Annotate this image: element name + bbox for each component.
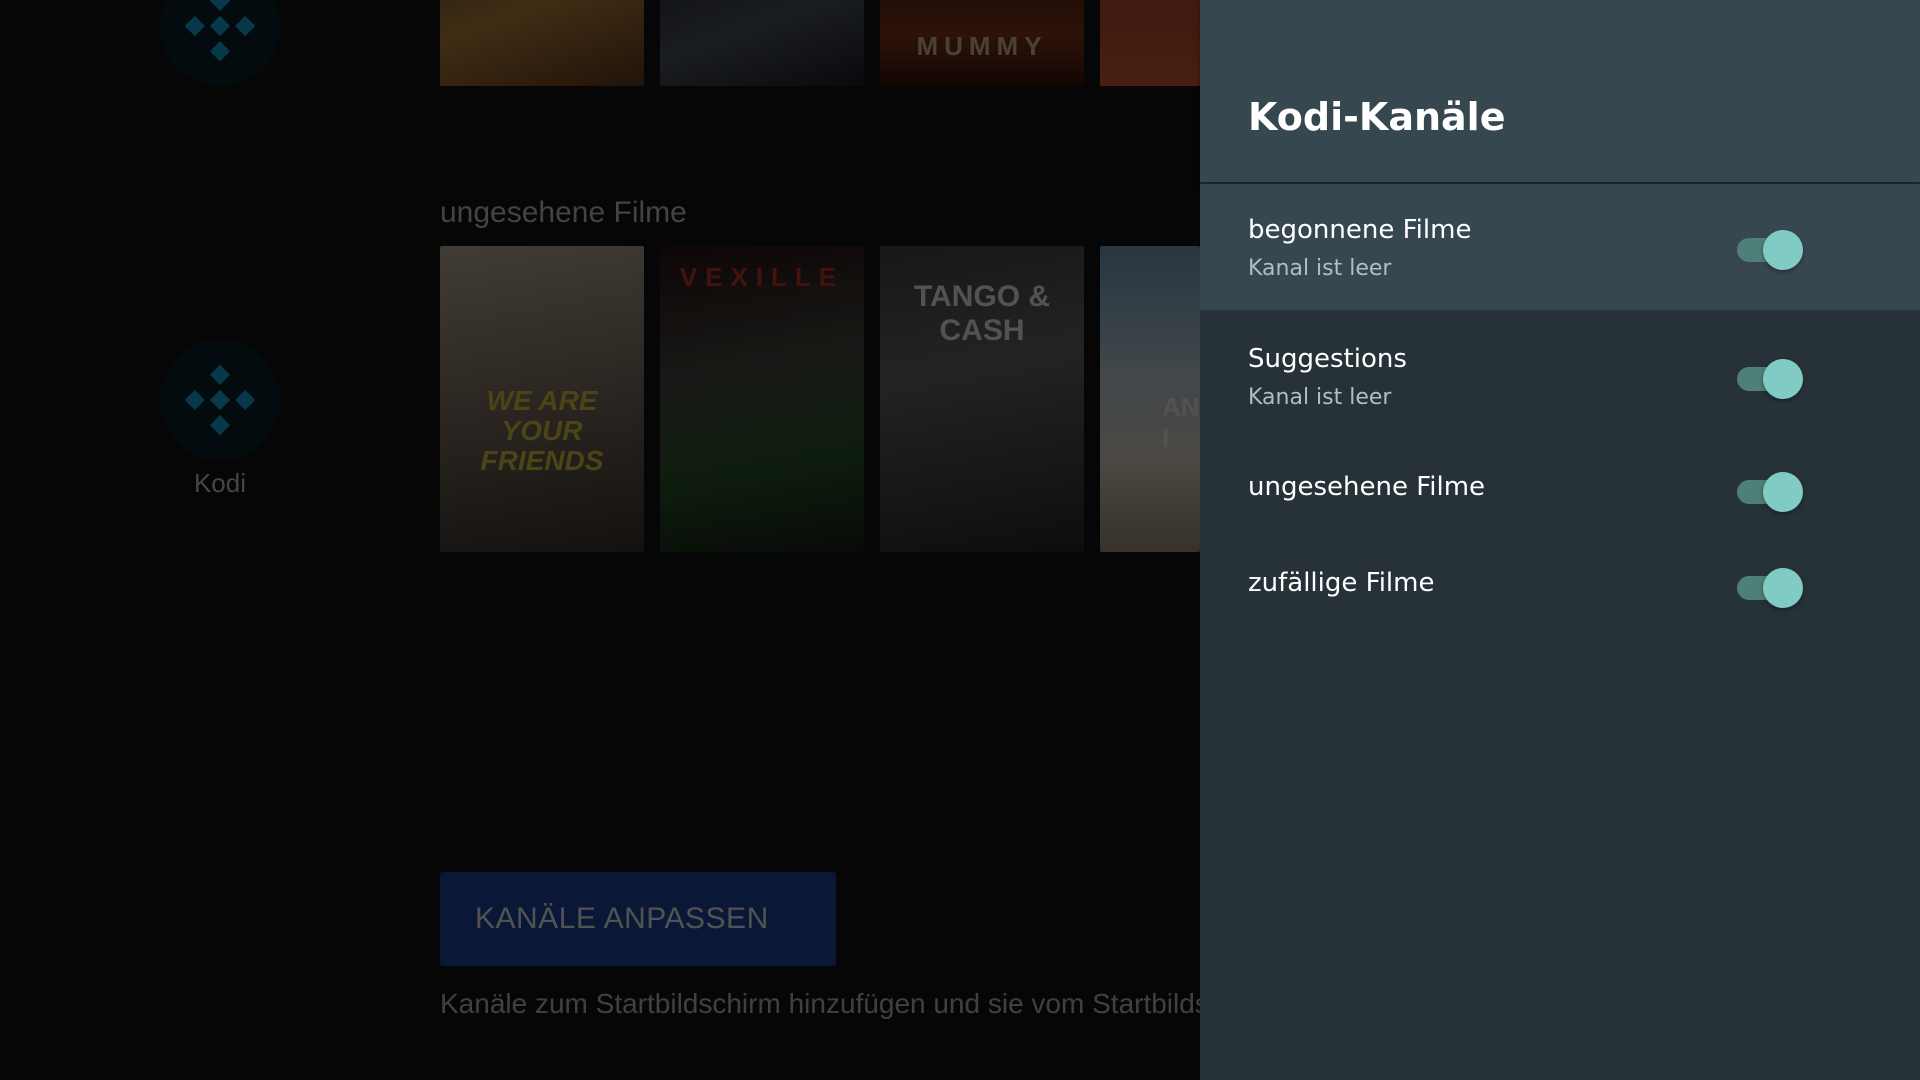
channels-panel: Kodi-Kanäle begonnene Filme Kanal ist le… <box>1200 0 1920 1080</box>
poster-card[interactable]: VEXILLE <box>660 246 864 552</box>
channel-item-zufaellige-filme[interactable]: zufällige Filme <box>1200 544 1920 624</box>
channel-toggle[interactable] <box>1735 468 1803 512</box>
poster-title: AN I <box>1162 392 1200 453</box>
channel-toggle[interactable] <box>1735 226 1803 270</box>
poster-title: TANGO & CASH <box>913 280 1051 347</box>
channel-toggle[interactable] <box>1735 564 1803 608</box>
kodi-logo-icon[interactable] <box>160 340 280 460</box>
customize-hint-text: Kanäle zum Startbildschirm hinzufügen un… <box>440 988 1200 1019</box>
channel-subtitle: Kanal ist leer <box>1248 385 1392 410</box>
channel-item-suggestions[interactable]: Suggestions Kanal ist leer <box>1200 312 1920 440</box>
panel-header: Kodi-Kanäle <box>1200 0 1920 182</box>
toggle-thumb <box>1763 230 1803 270</box>
poster-card[interactable]: WE ARE YOUR FRIENDS <box>440 246 644 552</box>
toggle-thumb <box>1763 359 1803 399</box>
channel-title: begonnene Filme <box>1248 215 1472 245</box>
poster-title: MUMMY <box>916 31 1048 61</box>
channel-title: Suggestions <box>1248 344 1407 374</box>
row-title: ungesehene Filme <box>440 196 687 229</box>
panel-title: Kodi-Kanäle <box>1248 95 1506 139</box>
toggle-thumb <box>1763 568 1803 608</box>
channel-toggle[interactable] <box>1735 355 1803 399</box>
poster-card[interactable] <box>1100 0 1200 86</box>
customize-channels-button[interactable]: KANÄLE ANPASSEN <box>440 872 836 966</box>
channel-item-begonnene-filme[interactable]: begonnene Filme Kanal ist leer <box>1200 184 1920 310</box>
channel-title: zufällige Filme <box>1248 568 1435 598</box>
channel-item-ungesehene-filme[interactable]: ungesehene Filme <box>1200 448 1920 528</box>
toggle-thumb <box>1763 472 1803 512</box>
app-label: Kodi <box>193 468 247 498</box>
poster-card[interactable]: AN I <box>1100 246 1200 552</box>
poster-card[interactable]: MUMMY <box>880 0 1084 86</box>
poster-title: WE ARE YOUR FRIENDS <box>480 385 604 476</box>
poster-title: VEXILLE <box>679 262 845 292</box>
launcher-background: MUMMY ungesehene Filme Kodi WE ARE YOUR … <box>0 0 1200 1080</box>
channel-title: ungesehene Filme <box>1248 472 1486 502</box>
channel-subtitle: Kanal ist leer <box>1248 256 1392 281</box>
kodi-logo-icon[interactable] <box>160 0 280 86</box>
poster-card[interactable] <box>660 0 864 86</box>
screen: MUMMY ungesehene Filme Kodi WE ARE YOUR … <box>0 0 1920 1080</box>
poster-card[interactable] <box>440 0 644 86</box>
poster-card[interactable]: TANGO & CASH <box>880 246 1084 552</box>
